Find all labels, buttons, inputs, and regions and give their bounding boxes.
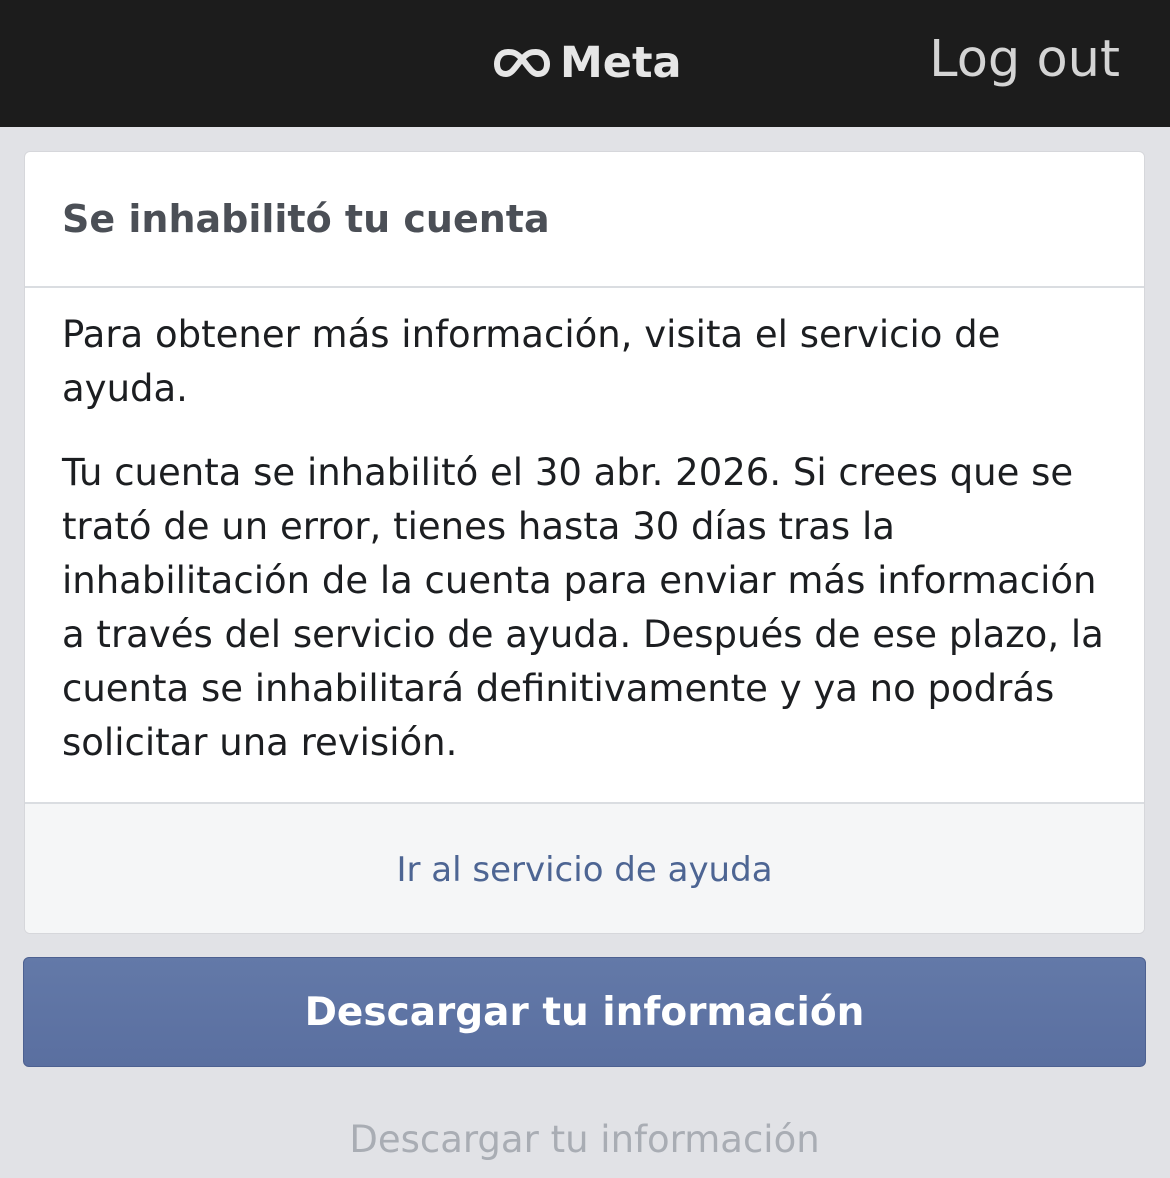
card-body: Para obtener más información, visita el … bbox=[25, 288, 1144, 804]
download-info-button[interactable]: Descargar tu información bbox=[23, 957, 1146, 1067]
meta-logo-text: Meta bbox=[560, 38, 682, 88]
disabled-notice-paragraph: Tu cuenta se inhabilitó el 30 abr. 2026.… bbox=[62, 451, 1104, 764]
download-info-button-label: Descargar tu información bbox=[304, 989, 865, 1035]
logout-link[interactable]: Log out bbox=[929, 30, 1120, 89]
meta-logo: Meta bbox=[494, 38, 682, 88]
card-title: Se inhabilitó tu cuenta bbox=[62, 197, 550, 241]
meta-infinity-icon bbox=[494, 49, 550, 77]
card-header: Se inhabilitó tu cuenta bbox=[25, 152, 1144, 288]
help-center-link[interactable]: Ir al servicio de ayuda bbox=[396, 850, 772, 890]
info-paragraph: Para obtener más información, visita el … bbox=[62, 313, 1001, 410]
download-info-secondary-link[interactable]: Descargar tu información bbox=[23, 1118, 1146, 1178]
top-bar: Meta Log out bbox=[0, 0, 1170, 127]
card-footer: Ir al servicio de ayuda bbox=[25, 804, 1144, 933]
account-disabled-card: Se inhabilitó tu cuenta Para obtener más… bbox=[24, 151, 1145, 934]
download-info-secondary-label: Descargar tu información bbox=[349, 1118, 820, 1161]
